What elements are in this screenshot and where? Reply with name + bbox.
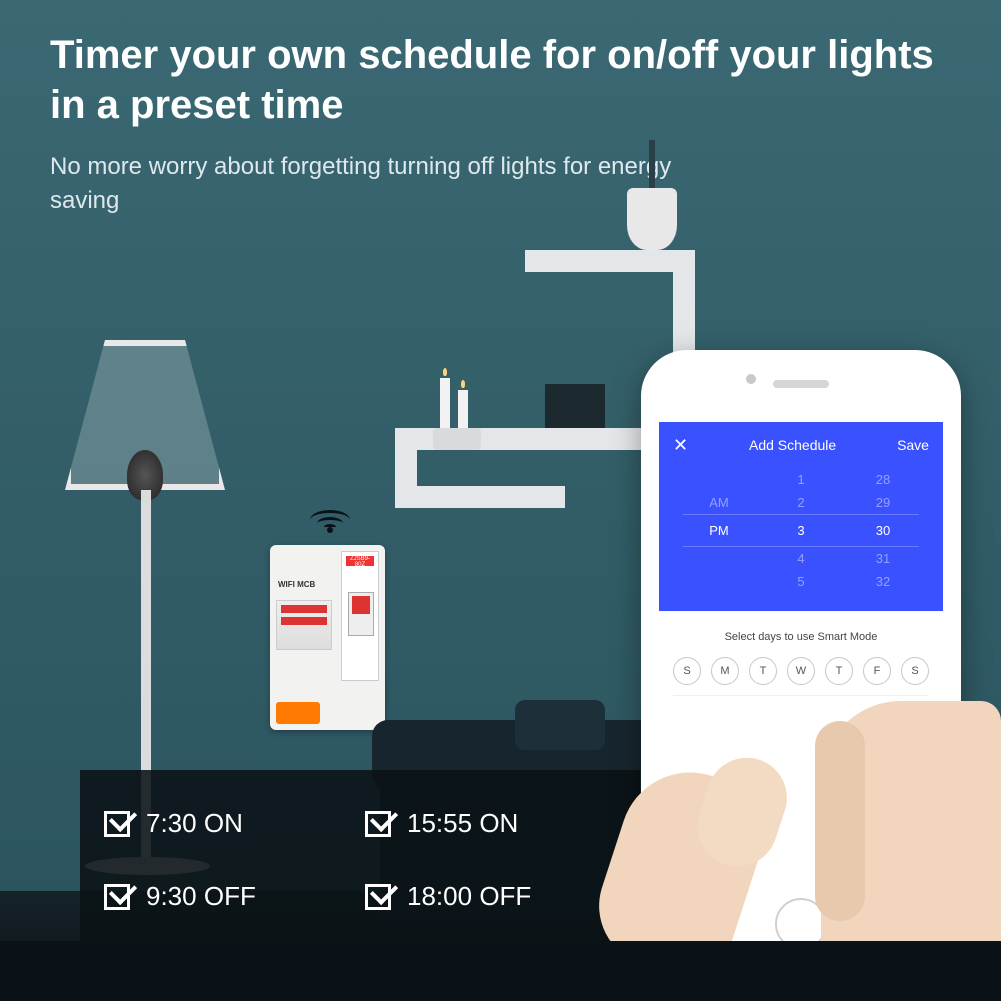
state-label: ON bbox=[881, 708, 901, 723]
close-button[interactable]: ✕ bbox=[673, 436, 688, 454]
app-header: ✕ Add Schedule Save 128 AM229 PM330 431 … bbox=[659, 422, 943, 611]
state-row[interactable]: ON › bbox=[673, 695, 929, 735]
day-toggle-thu[interactable]: T bbox=[825, 657, 853, 685]
check-icon bbox=[365, 811, 391, 837]
day-toggle-fri[interactable]: F bbox=[863, 657, 891, 685]
schedule-examples-overlay: 7:30 ON 15:55 ON 9:30 OFF 18:00 OFF bbox=[80, 770, 640, 950]
breaker-label: WIFI MCB bbox=[278, 580, 315, 589]
image-border-bottom bbox=[0, 941, 1001, 1001]
schedule-text: 9:30 OFF bbox=[146, 881, 256, 912]
check-icon bbox=[104, 811, 130, 837]
shelf-box bbox=[545, 384, 605, 428]
day-toggle-sat[interactable]: S bbox=[901, 657, 929, 685]
vase-decoration bbox=[627, 188, 677, 250]
day-toggle-mon[interactable]: M bbox=[711, 657, 739, 685]
breaker-switch bbox=[348, 592, 374, 636]
schedule-text: 18:00 OFF bbox=[407, 881, 531, 912]
check-icon bbox=[104, 884, 130, 910]
days-title: Select days to use Smart Mode bbox=[673, 631, 929, 643]
phone-mockup: ✕ Add Schedule Save 128 AM229 PM330 431 … bbox=[641, 350, 961, 970]
marketing-subhead: No more worry about forgetting turning o… bbox=[50, 150, 721, 217]
check-icon bbox=[365, 884, 391, 910]
tuya-logo bbox=[276, 702, 320, 724]
time-picker[interactable]: 128 AM229 PM330 431 532 bbox=[673, 454, 929, 611]
schedule-text: 7:30 ON bbox=[146, 808, 243, 839]
day-toggle-tue[interactable]: T bbox=[749, 657, 777, 685]
candle-holder bbox=[433, 428, 481, 450]
candle-decoration bbox=[458, 390, 468, 428]
schedule-item: 7:30 ON bbox=[104, 790, 355, 857]
chevron-right-icon: › bbox=[909, 708, 913, 723]
candle-decoration bbox=[440, 378, 450, 428]
wifi-breaker-device: WIFI MCB ZJSB9-80Z bbox=[270, 545, 385, 730]
save-button[interactable]: Save bbox=[897, 437, 929, 453]
marketing-headline: Timer your own schedule for on/off your … bbox=[50, 30, 951, 130]
wifi-icon bbox=[310, 500, 350, 530]
schedule-item: 18:00 OFF bbox=[365, 863, 616, 930]
days-section: Select days to use Smart Mode S M T W T … bbox=[659, 611, 943, 755]
schedule-item: 9:30 OFF bbox=[104, 863, 355, 930]
day-toggle-wed[interactable]: W bbox=[787, 657, 815, 685]
time-picker-selected[interactable]: PM330 bbox=[683, 514, 919, 547]
day-toggle-sun[interactable]: S bbox=[673, 657, 701, 685]
schedule-text: 15:55 ON bbox=[407, 808, 518, 839]
schedule-item: 15:55 ON bbox=[365, 790, 616, 857]
screen-title: Add Schedule bbox=[749, 437, 836, 453]
breaker-model: ZJSB9-80Z bbox=[346, 556, 374, 566]
app-screen: ✕ Add Schedule Save 128 AM229 PM330 431 … bbox=[659, 422, 943, 890]
